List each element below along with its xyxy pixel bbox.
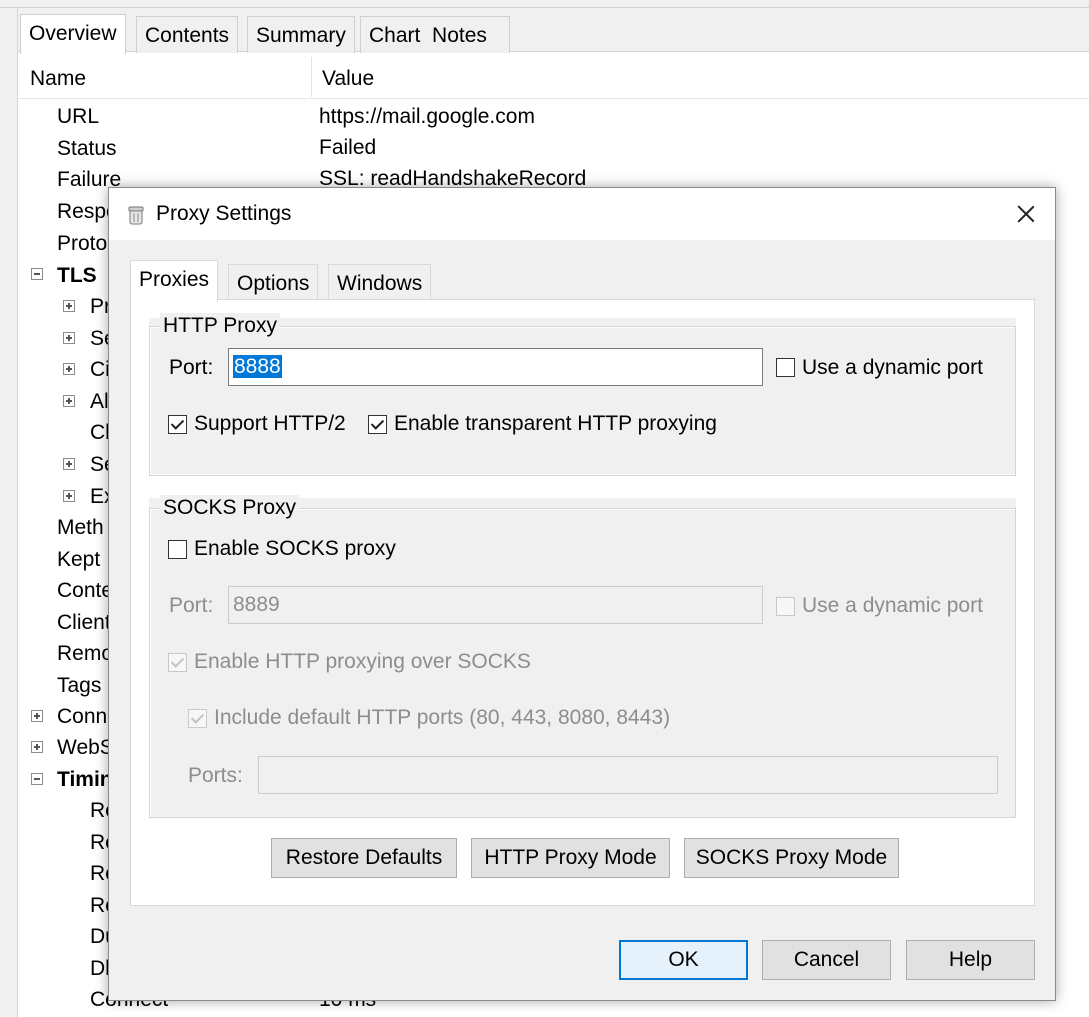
http-over-socks-checkbox[interactable] [168,653,187,672]
row-name: Status [57,137,117,160]
column-divider[interactable] [311,57,312,97]
tree-row-timing[interactable]: Timin [57,764,113,795]
tree-row-remote[interactable]: Remo [57,638,113,669]
expand-icon[interactable] [63,490,75,502]
socks-port-value: 8889 [233,593,280,616]
socks-dynamic-port-label[interactable]: Use a dynamic port [802,592,983,620]
socks-proxy-group-title: SOCKS Proxy [160,495,300,521]
socks-port-field[interactable]: 8889 [228,586,763,624]
expand-icon[interactable] [31,741,43,753]
row-value-status: Failed [319,136,377,159]
row-name: Client [57,611,111,634]
enable-socks-label[interactable]: Enable SOCKS proxy [194,535,396,563]
socks-proxy-mode-button[interactable]: SOCKS Proxy Mode [684,838,899,878]
transparent-proxy-label[interactable]: Enable transparent HTTP proxying [394,410,717,438]
tab-chart-notes[interactable]: Chart Notes [360,16,510,53]
restore-defaults-button[interactable]: Restore Defaults [271,838,457,878]
tab-chart[interactable]: Chart [369,24,420,47]
help-button[interactable]: Help [906,940,1035,980]
left-splitter[interactable] [0,8,18,1017]
include-default-ports-checkbox[interactable] [188,709,207,728]
tree-row-timing-child[interactable]: Dl [90,953,110,984]
tree-row-tls[interactable]: TLS [57,260,97,291]
row-name: Cl [90,421,110,444]
tree-row-tls-child[interactable]: Cl [90,417,110,448]
tree-row-url[interactable]: URL [57,101,99,132]
http-dynamic-port-label[interactable]: Use a dynamic port [802,354,983,382]
proxy-settings-dialog: Proxy Settings Proxies Options Windows H… [108,187,1056,1001]
row-name: Al [90,390,109,413]
column-header: Name Value [18,53,1089,99]
collapse-icon[interactable] [31,773,43,785]
row-name: Timin [57,768,113,791]
row-name: Proto [57,232,108,255]
http-proxy-group-title: HTTP Proxy [160,313,280,339]
tab-windows[interactable]: Windows [328,264,432,302]
expand-icon[interactable] [63,395,75,407]
http-port-label: Port: [169,356,214,379]
enable-socks-checkbox[interactable] [168,540,187,559]
tab-contents[interactable]: Contents [136,16,239,53]
http-dynamic-port-checkbox[interactable] [776,358,795,377]
expand-icon[interactable] [63,363,75,375]
http-port-value: 8888 [233,355,282,378]
tab-notes[interactable]: Notes [432,24,487,47]
tab-summary[interactable]: Summary [247,16,355,53]
row-name: Conte [57,579,114,602]
row-name: Dl [90,957,110,980]
cancel-button[interactable]: Cancel [762,940,891,980]
http-proxy-mode-button[interactable]: HTTP Proxy Mode [471,838,670,878]
tree-row-websocket[interactable]: WebS [57,732,114,763]
column-name-header[interactable]: Name [30,53,86,105]
column-value-header[interactable]: Value [322,53,374,105]
tree-row-content[interactable]: Conte [57,575,113,606]
inspector-tab-strip: Overview Contents Summary Chart Notes [18,8,1089,54]
row-name: Meth [57,516,104,539]
ports-field[interactable] [258,756,998,794]
row-name: URL [57,105,100,128]
dialog-title: Proxy Settings [156,202,292,225]
tab-options[interactable]: Options [228,264,319,302]
include-default-ports-label[interactable]: Include default HTTP ports (80, 443, 808… [214,704,670,732]
http2-label[interactable]: Support HTTP/2 [194,410,346,438]
row-name: WebS [57,736,114,759]
row-name: Conn [57,705,108,728]
tree-row-method[interactable]: Meth [57,512,104,543]
expand-icon[interactable] [63,458,75,470]
ok-button[interactable]: OK [619,940,748,980]
transparent-proxy-checkbox[interactable] [368,415,387,434]
http-port-field[interactable]: 8888 [228,348,763,386]
tree-row-status[interactable]: Status [57,133,117,164]
collapse-icon[interactable] [31,268,43,280]
row-name: Remo [57,642,114,665]
http2-checkbox[interactable] [168,415,187,434]
row-name: TLS [57,264,97,287]
tree-row-connection[interactable]: Conn [57,701,107,732]
row-name: Tags [57,674,102,697]
expand-icon[interactable] [63,300,75,312]
socks-port-label: Port: [169,594,214,617]
close-icon[interactable] [1015,203,1037,225]
window-top-edge [0,0,1089,8]
tree-row-client[interactable]: Client [57,607,111,638]
tree-row-protocol[interactable]: Proto [57,228,107,259]
ports-label: Ports: [188,764,243,787]
row-value-url: https://mail.google.com [319,105,535,128]
tab-proxies[interactable]: Proxies [130,260,219,302]
tree-row-tags[interactable]: Tags [57,670,101,701]
dialog-title-bar[interactable]: Proxy Settings [109,188,1055,240]
proxies-panel: HTTP Proxy Port: 8888 Use a dynamic port… [130,299,1035,906]
app-icon [128,206,144,225]
http-over-socks-label[interactable]: Enable HTTP proxying over SOCKS [194,648,531,676]
tree-row-kept[interactable]: Kept [57,544,100,575]
tree-row-tls-child[interactable]: Ci [90,354,110,385]
tree-row-tls-child[interactable]: Al [90,386,109,417]
expand-icon[interactable] [63,332,75,344]
tab-overview[interactable]: Overview [20,14,126,54]
row-name: Ci [90,358,110,381]
expand-icon[interactable] [31,710,43,722]
socks-dynamic-port-checkbox[interactable] [776,597,795,616]
row-name: Kept [57,548,101,571]
